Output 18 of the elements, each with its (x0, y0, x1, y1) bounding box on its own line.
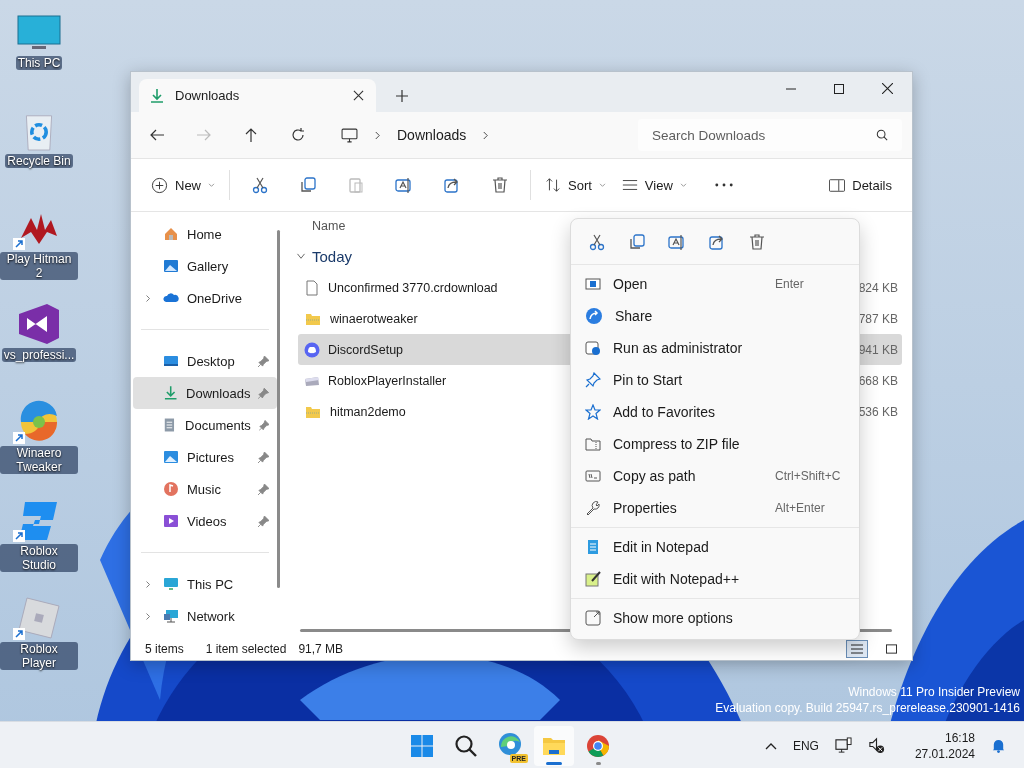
file-name: DiscordSetup (328, 342, 404, 357)
selection-info: 1 item selected (205, 642, 287, 656)
file-size: 787 KB (858, 311, 898, 326)
file-size: 668 KB (858, 373, 898, 388)
file-name: Unconfirmed 3770.crdownload (328, 280, 498, 295)
shortcut-text: Enter (775, 277, 805, 291)
watermark-text: Windows 11 Pro Insider Preview (848, 684, 1020, 700)
item-count: 5 items (145, 642, 184, 656)
file-name: RobloxPlayerInstaller (328, 373, 447, 388)
file-name: hitman2demo (330, 404, 406, 419)
file-size: 536 KB (858, 404, 898, 419)
selection-size: 91,7 MB (298, 642, 344, 656)
file-size: 824 KB (858, 280, 898, 295)
tab-title: Downloads (175, 88, 241, 103)
file-size: 941 KB (858, 342, 898, 357)
shortcut-text: Ctrl+Shift+C (775, 469, 842, 483)
file-name: winaerotweaker (330, 311, 418, 326)
shortcut-text: Alt+Enter (775, 501, 826, 515)
